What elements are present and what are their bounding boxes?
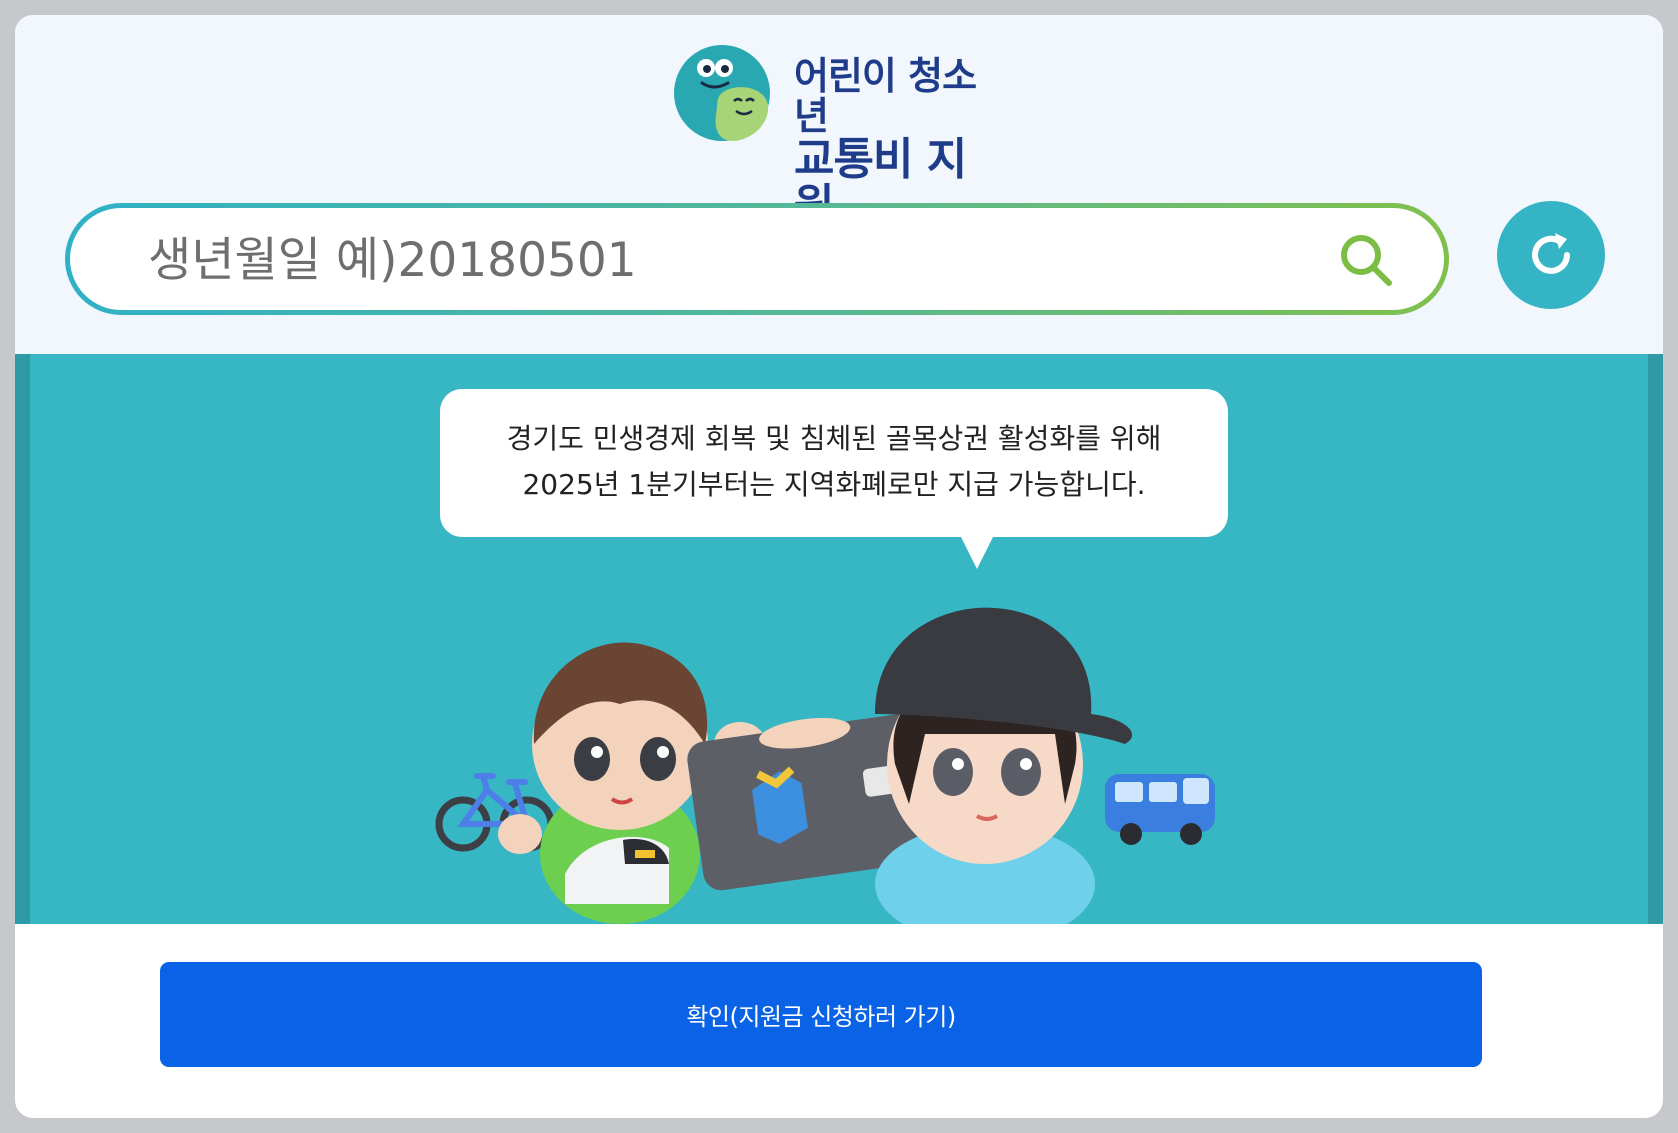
girl-character-icon (875, 607, 1133, 924)
confirm-button-label: 확인(지원금 신청하러 가기) (686, 1003, 956, 1031)
notice-speech-bubble: 경기도 민생경제 회복 및 침체된 골목상권 활성화를 위해 2025년 1분기… (440, 389, 1228, 569)
notice-line1: 경기도 민생경제 회복 및 침체된 골목상권 활성화를 위해 (506, 422, 1162, 455)
promo-banner: 경기도 민생경제 회복 및 침체된 골목상권 활성화를 위해 2025년 1분기… (15, 354, 1663, 924)
search-icon (1341, 235, 1392, 286)
refresh-icon (1532, 233, 1570, 274)
banner-edge-left (15, 354, 30, 924)
confirm-apply-button[interactable]: 확인(지원금 신청하러 가기) (160, 962, 1482, 1067)
search-bar (65, 203, 1449, 315)
logo: 어린이 청소년 교통비 지원 (672, 43, 1002, 229)
refresh-button[interactable] (1497, 201, 1605, 309)
search-bar-inner (70, 208, 1444, 310)
banner-edge-right (1648, 354, 1663, 924)
birthdate-search-input[interactable] (146, 224, 1260, 296)
header: 어린이 청소년 교통비 지원 (15, 15, 1663, 354)
notice-line2: 2025년 1분기부터는 지역화폐로만 지급 가능합니다. (522, 468, 1146, 501)
app-window: 어린이 청소년 교통비 지원 (15, 15, 1663, 1118)
bus-icon (1105, 774, 1215, 845)
search-button[interactable] (1336, 230, 1396, 290)
logo-mascot-icon (674, 45, 770, 141)
logo-title-line1: 어린이 청소년 (794, 54, 977, 138)
kids-transport-illustration (435, 607, 1215, 924)
speech-bubble-tail (960, 535, 994, 569)
